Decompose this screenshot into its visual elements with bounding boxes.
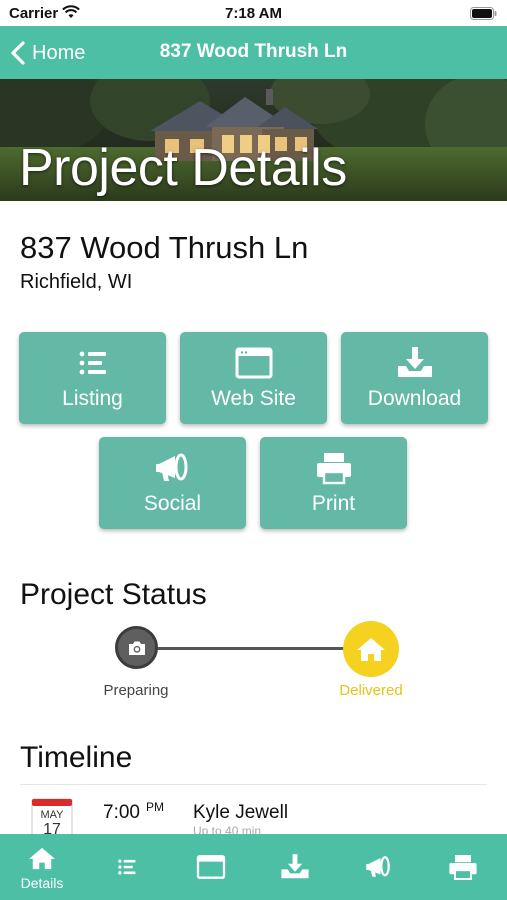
social-button[interactable]: Social <box>99 437 246 529</box>
download-icon <box>397 347 432 377</box>
tab-details[interactable]: Details <box>0 834 84 900</box>
battery-icon <box>470 7 497 20</box>
tab-download[interactable] <box>253 834 337 900</box>
preparing-label: Preparing <box>103 682 169 699</box>
event-ampm: PM <box>146 800 164 814</box>
timeline-divider <box>20 784 487 785</box>
social-label: Social <box>143 492 202 515</box>
printer-icon <box>449 855 477 880</box>
print-label: Print <box>311 492 356 515</box>
tab-web-site[interactable] <box>169 834 253 900</box>
tab-social[interactable] <box>337 834 421 900</box>
event-person: Kyle Jewell <box>193 802 289 823</box>
web-site-button[interactable]: Web Site <box>180 332 327 424</box>
listing-button[interactable]: Listing <box>19 332 166 424</box>
megaphone-icon <box>366 856 390 877</box>
status-bar: Carrier 7:18 AM <box>0 0 507 26</box>
home-icon <box>29 847 55 870</box>
navigation-bar: Home 837 Wood Thrush Ln <box>0 26 507 79</box>
camera-icon <box>128 641 145 655</box>
page-title: 837 Wood Thrush Ln <box>159 41 348 62</box>
printer-icon <box>316 453 351 485</box>
status-step-preparing <box>115 626 158 669</box>
status-step-delivered <box>343 621 399 677</box>
timeline-heading: Timeline <box>20 741 133 774</box>
delivered-label: Delivered <box>339 682 403 699</box>
browser-window-icon <box>235 347 272 379</box>
tab-details-label: Details <box>20 875 64 891</box>
calendar-icon: MAY 17 <box>31 798 73 838</box>
download-icon <box>281 854 309 879</box>
event-time: 7:00 <box>103 802 140 823</box>
hero-banner: Project Details <box>0 79 507 201</box>
browser-window-icon <box>196 855 226 879</box>
listing-label: Listing <box>62 387 123 410</box>
calendar-month: MAY <box>40 809 64 821</box>
web-site-label: Web Site <box>211 387 296 410</box>
address-street: 837 Wood Thrush Ln <box>20 230 309 265</box>
tab-print[interactable] <box>421 834 505 900</box>
home-icon <box>357 638 385 661</box>
download-button[interactable]: Download <box>341 332 488 424</box>
address-city: Richfield, WI <box>20 271 133 293</box>
megaphone-icon <box>155 453 187 481</box>
download-label: Download <box>367 387 462 410</box>
tab-bar: Details <box>0 834 507 900</box>
list-icon <box>118 859 136 875</box>
project-status-heading: Project Status <box>20 578 207 611</box>
hero-title: Project Details <box>19 139 347 197</box>
clock: 7:18 AM <box>225 5 282 22</box>
tab-listing[interactable] <box>85 834 169 900</box>
print-button[interactable]: Print <box>260 437 407 529</box>
status-progress-line <box>137 647 371 650</box>
timeline-item[interactable]: MAY 17 7:00 PM Kyle Jewell Up to 40 min <box>0 790 507 838</box>
list-icon <box>79 351 106 375</box>
